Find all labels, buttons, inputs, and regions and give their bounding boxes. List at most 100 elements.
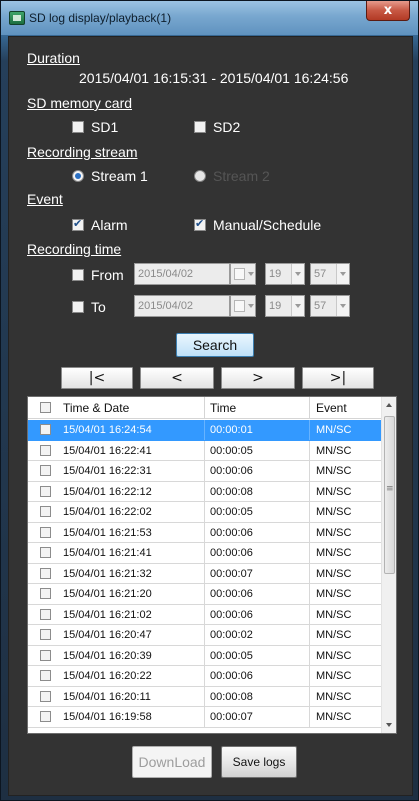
stream1-radio[interactable] <box>72 170 84 182</box>
title-bar[interactable]: SD log display/playback(1) x <box>1 1 418 35</box>
duration-heading: Duration <box>27 50 80 66</box>
header-event[interactable]: Event <box>316 401 347 415</box>
to-checkbox[interactable] <box>72 301 84 313</box>
app-icon <box>9 11 25 25</box>
close-button[interactable]: x <box>366 1 410 21</box>
search-button[interactable]: Search <box>176 333 254 357</box>
row-checkbox[interactable] <box>40 588 51 599</box>
table-row[interactable]: 15/04/01 16:19:58 00:00:07 MN/SC <box>28 707 383 728</box>
row-checkbox[interactable] <box>40 444 51 456</box>
column-divider <box>204 420 205 440</box>
row-event: MN/SC <box>316 547 352 559</box>
first-page-button[interactable]: |< <box>61 367 133 389</box>
row-time: 00:00:05 <box>210 649 253 662</box>
table-row[interactable]: 15/04/01 16:22:12 00:00:08 MN/SC <box>28 481 383 502</box>
row-checkbox[interactable] <box>40 649 51 661</box>
from-calendar-button[interactable] <box>230 263 256 285</box>
row-checkbox[interactable] <box>40 608 51 620</box>
download-button[interactable]: DownLoad <box>132 746 212 778</box>
table-row[interactable]: 15/04/01 16:22:41 00:00:05 MN/SC <box>28 440 383 461</box>
from-minute-select[interactable]: 57 <box>310 263 350 285</box>
column-divider <box>309 707 310 727</box>
log-list[interactable]: Time & Date Time Event 15/04/01 16:24:54… <box>27 396 397 734</box>
scroll-up-arrow-icon[interactable] <box>382 397 396 413</box>
table-row[interactable]: 15/04/01 16:21:20 00:00:06 MN/SC <box>28 584 383 605</box>
header-time[interactable]: Time <box>210 401 236 415</box>
row-event: MN/SC <box>316 670 352 682</box>
row-checkbox[interactable] <box>40 465 51 476</box>
header-time-date[interactable]: Time & Date <box>63 401 129 415</box>
last-page-button[interactable]: >| <box>302 367 374 389</box>
table-row[interactable]: 15/04/01 16:22:02 00:00:05 MN/SC <box>28 502 383 523</box>
duration-value: 2015/04/01 16:15:31 - 2015/04/01 16:24:5… <box>79 70 349 86</box>
row-event: MN/SC <box>316 711 352 723</box>
row-time-date: 15/04/01 16:21:53 <box>63 526 152 539</box>
row-checkbox[interactable] <box>40 547 51 558</box>
row-time-date: 15/04/01 16:20:11 <box>63 690 151 703</box>
manual-schedule-label: Manual/Schedule <box>213 217 322 233</box>
row-time: 00:00:05 <box>210 444 253 457</box>
scroll-thumb[interactable] <box>384 416 395 574</box>
from-date-field[interactable]: 2015/04/02 <box>134 263 230 285</box>
row-time-date: 15/04/01 16:21:02 <box>63 608 152 621</box>
row-checkbox[interactable] <box>40 526 51 538</box>
scroll-down-arrow-icon[interactable] <box>382 717 396 733</box>
from-checkbox[interactable] <box>72 269 84 281</box>
vertical-scrollbar[interactable] <box>381 397 396 733</box>
row-time-date: 15/04/01 16:21:41 <box>63 547 152 559</box>
table-row[interactable]: 15/04/01 16:21:53 00:00:06 MN/SC <box>28 522 383 543</box>
table-row[interactable]: 15/04/01 16:20:39 00:00:05 MN/SC <box>28 645 383 666</box>
row-checkbox[interactable] <box>40 567 51 579</box>
table-row[interactable]: 15/04/01 16:20:22 00:00:06 MN/SC <box>28 666 383 687</box>
list-header: Time & Date Time Event <box>28 397 383 419</box>
column-divider <box>309 563 310 583</box>
chevron-down-icon <box>291 264 304 284</box>
table-row[interactable]: 15/04/01 16:21:02 00:00:06 MN/SC <box>28 604 383 625</box>
row-time-date: 15/04/01 16:20:47 <box>63 629 152 641</box>
table-row[interactable]: 15/04/01 16:22:31 00:00:06 MN/SC <box>28 461 383 482</box>
table-row[interactable]: 15/04/01 16:20:11 00:00:08 MN/SC <box>28 686 383 707</box>
row-checkbox[interactable] <box>40 485 51 497</box>
select-all-checkbox[interactable] <box>40 402 51 413</box>
to-minute-select[interactable]: 57 <box>310 295 350 317</box>
row-checkbox[interactable] <box>40 711 51 722</box>
table-row[interactable]: 15/04/01 16:20:47 00:00:02 MN/SC <box>28 625 383 646</box>
row-checkbox[interactable] <box>40 424 51 435</box>
row-event: MN/SC <box>316 485 352 498</box>
from-minute-value: 57 <box>314 268 327 280</box>
table-row[interactable]: 15/04/01 16:24:54 00:00:01 MN/SC <box>28 420 383 441</box>
table-row[interactable]: 15/04/01 16:21:41 00:00:06 MN/SC <box>28 543 383 564</box>
prev-page-button[interactable]: < <box>140 367 214 389</box>
calendar-icon <box>234 268 245 280</box>
save-logs-button[interactable]: Save logs <box>221 746 297 778</box>
row-time: 00:00:07 <box>210 711 253 723</box>
row-event: MN/SC <box>316 629 352 641</box>
next-page-button[interactable]: > <box>221 367 295 389</box>
sd2-checkbox[interactable] <box>194 121 206 133</box>
column-divider <box>204 502 205 522</box>
row-time: 00:00:08 <box>210 690 253 703</box>
alarm-checkbox[interactable] <box>72 217 84 231</box>
row-checkbox[interactable] <box>40 690 51 702</box>
column-divider <box>309 522 310 542</box>
row-checkbox[interactable] <box>40 670 51 681</box>
column-divider <box>204 604 205 624</box>
table-row[interactable]: 15/04/01 16:21:32 00:00:07 MN/SC <box>28 563 383 584</box>
sd1-checkbox[interactable] <box>72 121 84 133</box>
to-calendar-button[interactable] <box>230 295 256 317</box>
row-time: 00:00:06 <box>210 670 253 682</box>
manual-schedule-checkbox[interactable] <box>194 217 206 231</box>
row-checkbox[interactable] <box>40 629 51 640</box>
to-date-field[interactable]: 2015/04/02 <box>134 295 230 317</box>
column-divider <box>309 502 310 522</box>
row-checkbox[interactable] <box>40 506 51 517</box>
row-time-date: 15/04/01 16:22:41 <box>63 444 152 457</box>
stream2-radio[interactable] <box>194 170 206 182</box>
to-hour-select[interactable]: 19 <box>265 295 305 317</box>
from-hour-select[interactable]: 19 <box>265 263 305 285</box>
row-time: 00:00:08 <box>210 485 253 498</box>
column-divider <box>204 563 205 583</box>
row-event: MN/SC <box>316 608 352 621</box>
row-time: 00:00:06 <box>210 588 253 600</box>
column-divider <box>309 625 310 645</box>
